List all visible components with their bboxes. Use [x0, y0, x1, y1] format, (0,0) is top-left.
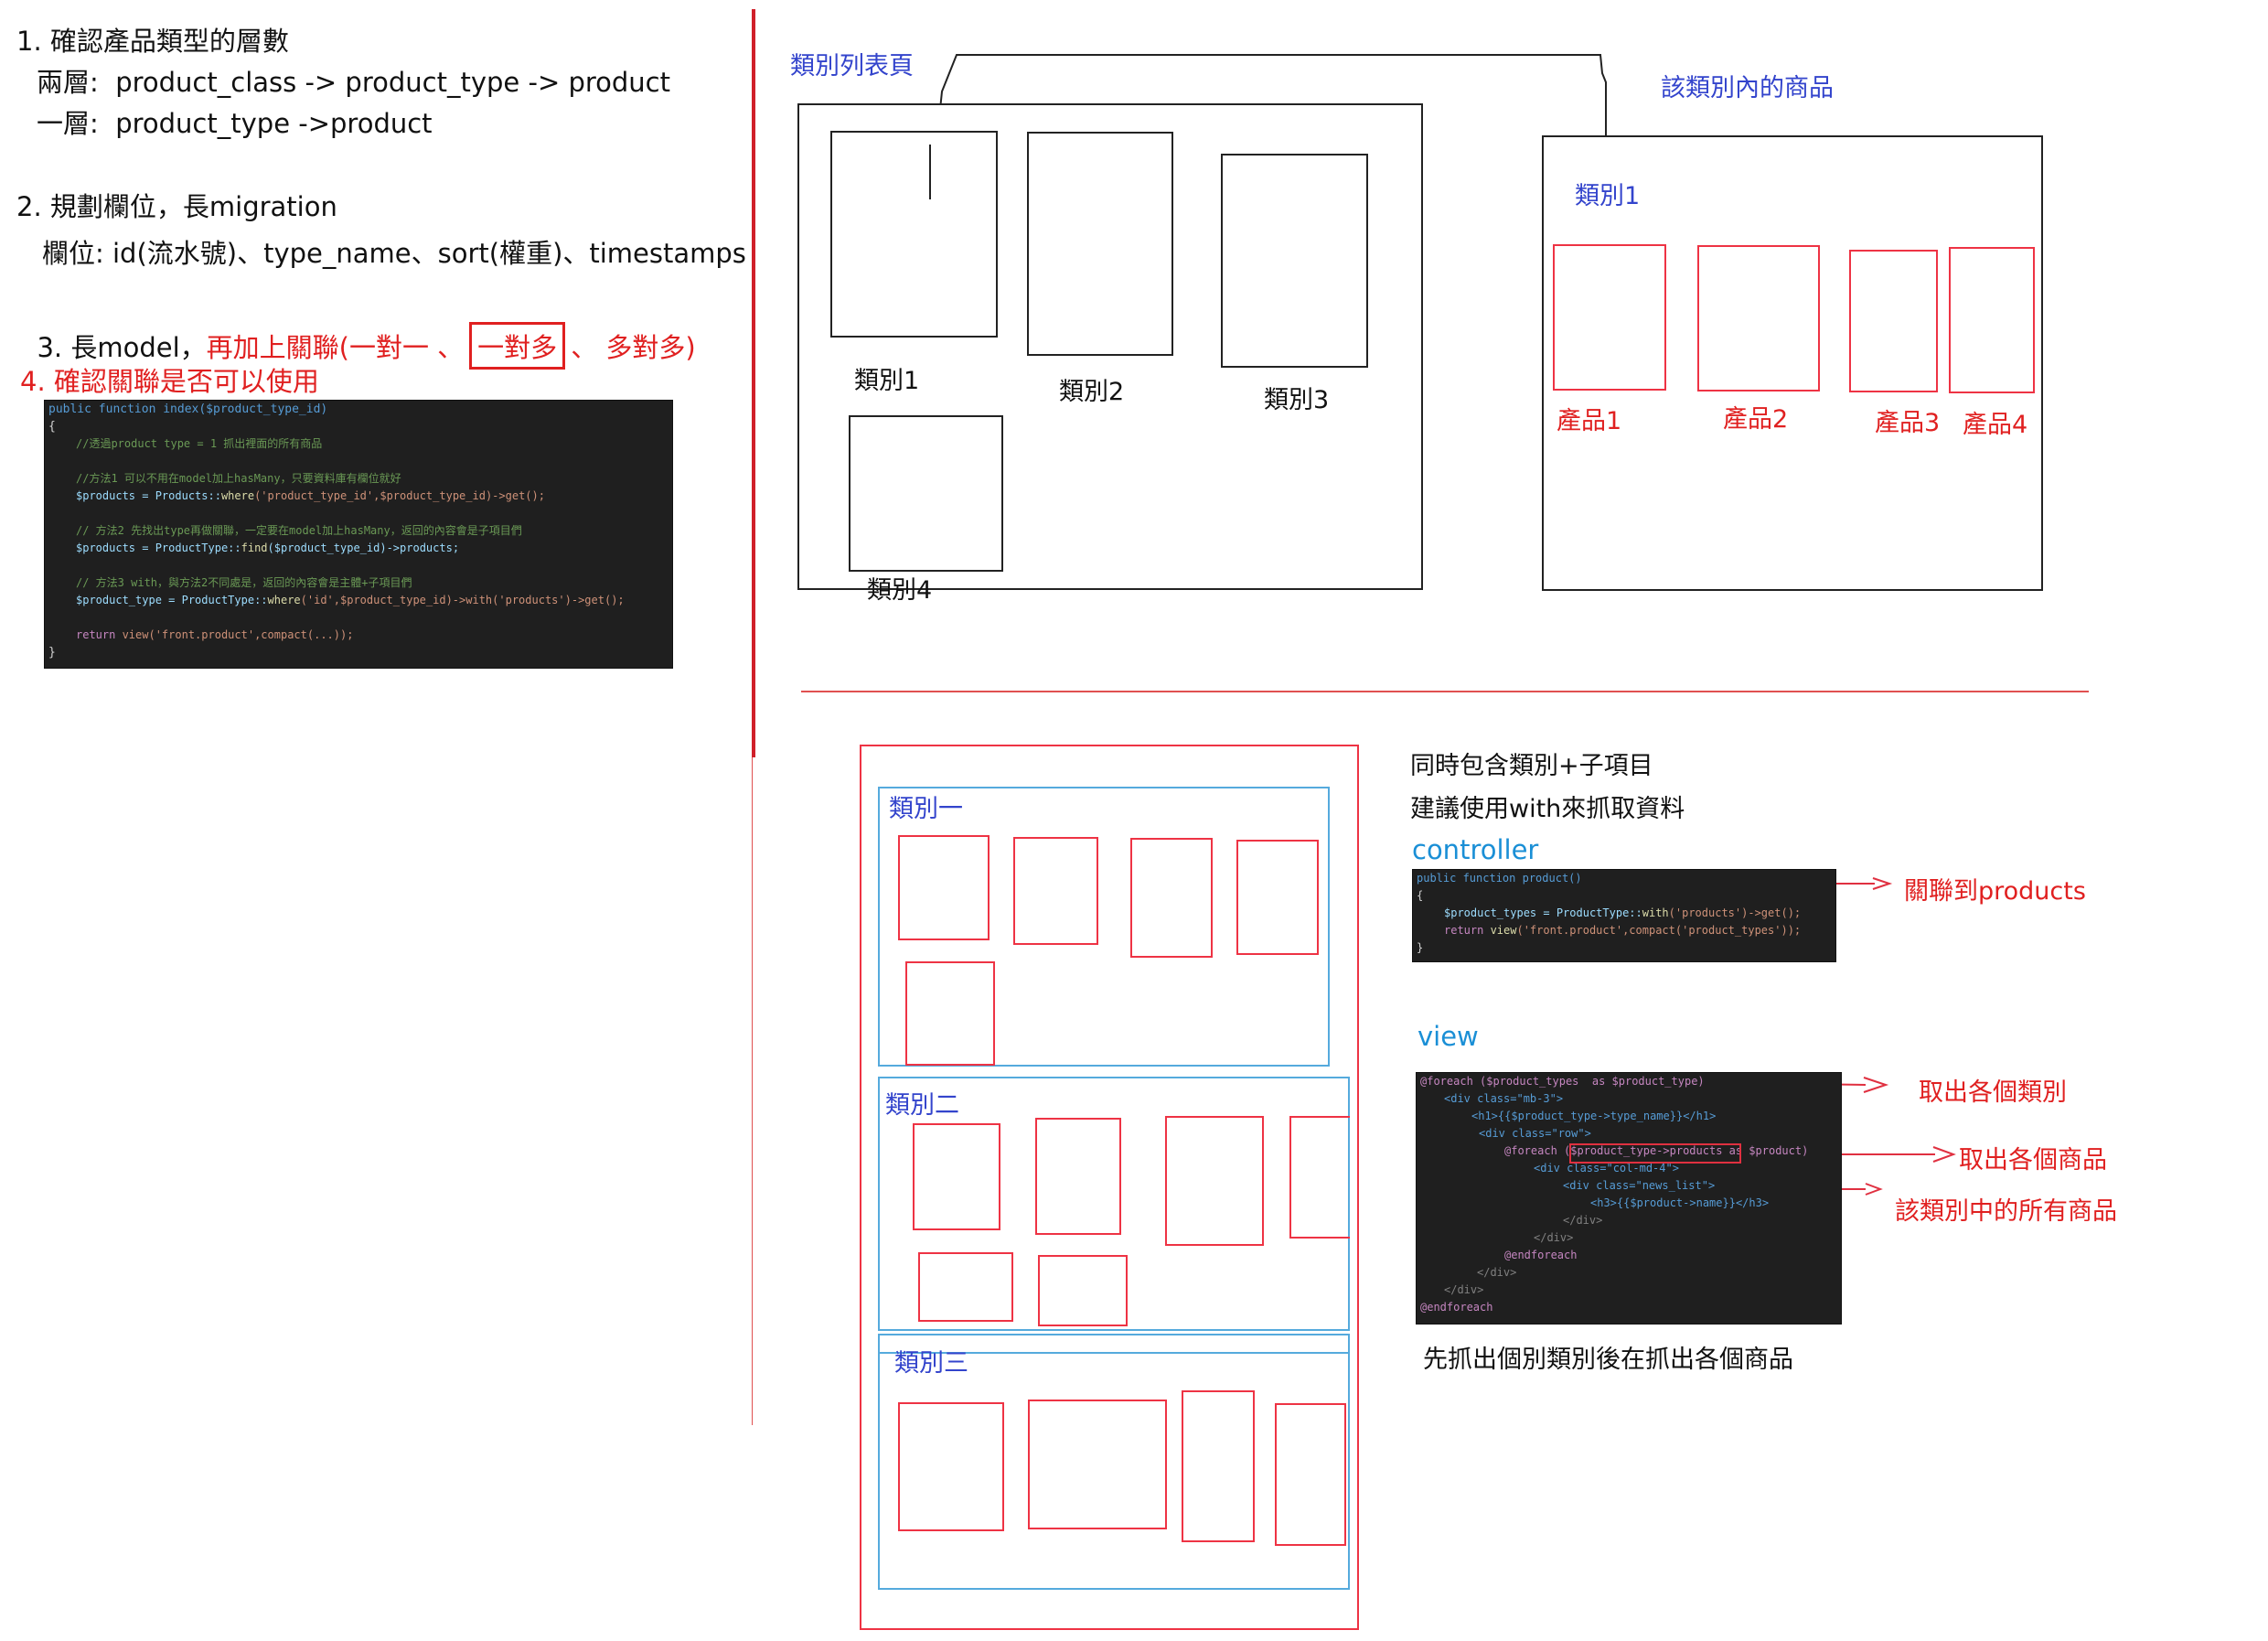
group2-item-3	[1165, 1116, 1264, 1246]
code2-line5: }	[1417, 941, 1424, 954]
group-label-2: 類別二	[885, 1091, 959, 1120]
category-card-3	[1221, 154, 1368, 368]
footer-note: 先抓出個別類別後在抓出各個商品	[1423, 1346, 1793, 1374]
view-label: view	[1418, 1021, 1479, 1052]
code3-line10: </div>	[1534, 1231, 1574, 1244]
group2-item-2	[1035, 1118, 1121, 1235]
controller-label: controller	[1412, 834, 1539, 865]
category-label-1: 類別1	[854, 367, 920, 395]
note-line-1: 同時包含類別+子項目	[1410, 752, 1653, 780]
code3-line11: @endforeach	[1504, 1249, 1578, 1261]
sketch-stroke	[929, 145, 931, 199]
product-label-2: 產品2	[1723, 405, 1789, 434]
group1-item-3	[1130, 838, 1213, 958]
code2-line1: public function product()	[1417, 872, 1582, 885]
category-card-1	[830, 131, 998, 338]
code3-line7: <div class="news_list">	[1563, 1179, 1716, 1192]
product-label-4: 產品4	[1963, 411, 2028, 439]
group2-item-6	[1038, 1255, 1128, 1326]
group2-item-1	[913, 1123, 1000, 1230]
group3-item-4	[1275, 1403, 1346, 1546]
code3-line1: @foreach ($product_types as $product_typ…	[1420, 1075, 1705, 1088]
code3-line2: <div class="mb-3">	[1444, 1092, 1564, 1105]
code3-line12: </div>	[1477, 1266, 1517, 1279]
code2-line3: $product_types = ProductType::with('prod…	[1444, 906, 1802, 919]
code3-line9: </div>	[1563, 1214, 1603, 1227]
product-label-1: 產品1	[1557, 407, 1622, 435]
product-card-4	[1949, 247, 2035, 393]
detail-page-title: 該類別內的商品	[1661, 74, 1834, 102]
group3-item-1	[898, 1402, 1004, 1531]
list-page-title: 類別列表頁	[790, 52, 914, 80]
group1-item-5	[905, 961, 995, 1066]
category-label-4: 類別4	[867, 576, 933, 605]
product-label-3: 產品3	[1875, 409, 1941, 437]
group3-item-2	[1028, 1400, 1167, 1529]
group1-item-2	[1013, 837, 1098, 945]
category-card-2	[1027, 132, 1173, 356]
code3-line3: <h1>{{$product_type->type_name}}</h1>	[1471, 1110, 1717, 1122]
code-block-controller: public function product() { $product_typ…	[1412, 869, 1836, 962]
code3-line4: <div class="row">	[1479, 1127, 1591, 1140]
detail-category-title: 類別1	[1575, 182, 1641, 210]
category-label-2: 類別2	[1059, 378, 1125, 406]
code3-line8: <h3>{{$product->name}}</h3>	[1590, 1196, 1770, 1209]
annotation-get-categories: 取出各個類別	[1919, 1078, 2067, 1107]
group-label-3: 類別三	[894, 1349, 968, 1378]
product-card-2	[1697, 245, 1820, 391]
product-card-3	[1849, 250, 1938, 392]
group1-item-4	[1236, 840, 1319, 955]
code2-line4: return view('front.product',compact('pro…	[1444, 924, 1802, 937]
product-card-1	[1553, 244, 1666, 391]
annotation-all-products: 該類別中的所有商品	[1895, 1197, 2117, 1226]
annotation-get-products: 取出各個商品	[1959, 1146, 2107, 1174]
group2-item-4	[1289, 1116, 1350, 1239]
code3-line14: @endforeach	[1420, 1301, 1493, 1314]
category-card-4	[849, 415, 1003, 572]
group3-item-3	[1182, 1390, 1255, 1542]
group1-item-1	[898, 835, 990, 940]
note-line-2: 建議使用with來抓取資料	[1410, 795, 1685, 823]
group2-item-5	[918, 1252, 1013, 1322]
code-block-view: @foreach ($product_types as $product_typ…	[1416, 1072, 1842, 1325]
highlight-products-relation	[1569, 1143, 1741, 1164]
code2-line2: {	[1417, 889, 1424, 902]
annotation-relation-products: 關聯到products	[1904, 877, 2086, 906]
code3-line13: </div>	[1444, 1283, 1484, 1296]
category-label-3: 類別3	[1264, 386, 1330, 414]
group-label-1: 類別一	[889, 795, 963, 823]
